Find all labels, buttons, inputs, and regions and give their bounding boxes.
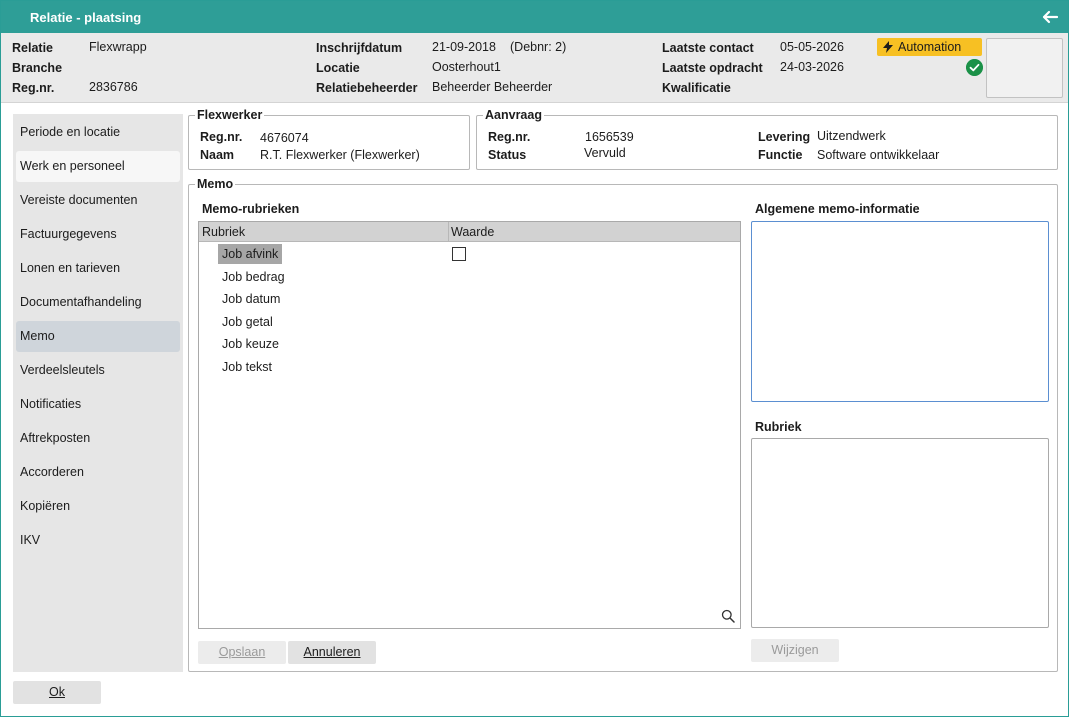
sidebar-item-factuurgegevens[interactable]: Factuurgegevens xyxy=(16,219,180,250)
aanvraag-regnr-label: Reg.nr. xyxy=(488,130,531,144)
sidebar-item-accorderen[interactable]: Accorderen xyxy=(16,457,180,488)
branche-label: Branche xyxy=(12,61,63,75)
aanvraag-regnr-value: 1656539 xyxy=(585,130,634,144)
laatste-opdracht-value: 24-03-2026 xyxy=(780,60,844,74)
memo-rubrieken-title: Memo-rubrieken xyxy=(202,202,300,216)
memo-rubrieken-grid: Rubriek Waarde Job afvink Job bedrag Job d… xyxy=(198,221,741,629)
laatste-opdracht-label: Laatste opdracht xyxy=(662,61,763,75)
inschrijfdatum-label: Inschrijfdatum xyxy=(316,41,403,55)
relatiebeheerder-label: Relatiebeheerder xyxy=(316,81,418,95)
lightning-icon xyxy=(883,41,893,53)
sidebar-item-werk-en-personeel[interactable]: Werk en personeel xyxy=(16,151,180,182)
sidebar-item-kopi-ren[interactable]: Kopiëren xyxy=(16,491,180,522)
wijzigen-button[interactable]: Wijzigen xyxy=(751,639,839,662)
table-row[interactable]: Job keuze xyxy=(218,334,283,354)
flexwerker-regnr-label: Reg.nr. xyxy=(200,130,243,144)
back-arrow-icon[interactable] xyxy=(1040,7,1060,27)
laatste-contact-label: Laatste contact xyxy=(662,41,754,55)
ok-button[interactable]: Ok xyxy=(13,681,101,704)
debnr-value: (Debnr: 2) xyxy=(510,40,567,54)
locatie-label: Locatie xyxy=(316,61,360,75)
flexwerker-naam-value: R.T. Flexwerker (Flexwerker) xyxy=(260,148,420,162)
aanvraag-levering-label: Levering xyxy=(758,130,811,144)
sidebar-item-verdeelsleutels[interactable]: Verdeelsleutels xyxy=(16,355,180,386)
title-bar: Relatie - plaatsing xyxy=(1,1,1068,33)
relation-header: Relatie Flexwrapp Branche Reg.nr. 283678… xyxy=(1,33,1068,103)
relatie-value: Flexwrapp xyxy=(89,40,147,54)
job-afvink-checkbox[interactable] xyxy=(452,247,466,261)
relation-photo[interactable] xyxy=(986,38,1063,98)
flexwerker-naam-label: Naam xyxy=(200,148,235,162)
table-row[interactable]: Job afvink xyxy=(218,244,283,264)
algemene-memo-textarea[interactable] xyxy=(751,221,1049,402)
regnr-value: 2836786 xyxy=(89,80,138,94)
inschrijfdatum-value: 21-09-2018 xyxy=(432,40,496,54)
relatiebeheerder-value: Beheerder Beheerder xyxy=(432,80,553,94)
laatste-contact-value: 05-05-2026 xyxy=(780,40,844,54)
aanvraag-functie-value: Software ontwikkelaar xyxy=(817,148,940,162)
sidebar-item-documentafhandeling[interactable]: Documentafhandeling xyxy=(16,287,180,318)
flexwerker-legend: Flexwerker xyxy=(197,108,263,122)
aanvraag-legend: Aanvraag xyxy=(485,108,542,122)
column-header-rubriek[interactable]: Rubriek xyxy=(202,225,245,239)
column-separator xyxy=(448,222,449,242)
table-row[interactable]: Job tekst xyxy=(218,357,276,377)
memo-legend: Memo xyxy=(197,177,234,191)
sidebar-item-aftrekposten[interactable]: Aftrekposten xyxy=(16,423,180,454)
flexwerker-regnr-value: 4676074 xyxy=(260,131,309,145)
rubriek-textarea[interactable] xyxy=(751,438,1049,628)
aanvraag-levering-value: Uitzendwerk xyxy=(817,129,886,143)
table-row[interactable]: Job bedrag xyxy=(218,267,289,287)
locatie-value: Oosterhout1 xyxy=(432,60,501,74)
automation-badge[interactable]: Automation xyxy=(877,38,982,56)
search-icon[interactable] xyxy=(721,609,735,623)
window-title: Relatie - plaatsing xyxy=(30,10,142,25)
column-header-waarde[interactable]: Waarde xyxy=(451,225,494,239)
automation-label: Automation xyxy=(898,40,962,54)
sidebar-item-vereiste-documenten[interactable]: Vereiste documenten xyxy=(16,185,180,216)
relatie-label: Relatie xyxy=(12,41,53,55)
sidebar-item-lonen-en-tarieven[interactable]: Lonen en tarieven xyxy=(16,253,180,284)
table-row[interactable]: Job datum xyxy=(218,289,284,309)
table-row[interactable]: Job getal xyxy=(218,312,277,332)
grid-header: Rubriek Waarde xyxy=(199,222,740,242)
sidebar-item-notificaties[interactable]: Notificaties xyxy=(16,389,180,420)
rubriek-title: Rubriek xyxy=(755,420,802,434)
aanvraag-status-label: Status xyxy=(488,148,527,162)
sidebar-item-periode-en-locatie[interactable]: Periode en locatie xyxy=(16,117,180,148)
aanvraag-functie-label: Functie xyxy=(758,148,803,162)
check-circle-icon xyxy=(966,59,983,76)
opslaan-button[interactable]: Opslaan xyxy=(198,641,286,664)
sidebar-item-ikv[interactable]: IKV xyxy=(16,525,180,556)
algemene-memo-title: Algemene memo-informatie xyxy=(755,202,920,216)
regnr-label: Reg.nr. xyxy=(12,81,55,95)
kwalificatie-label: Kwalificatie xyxy=(662,81,731,95)
dialog-window: Relatie - plaatsing Relatie Flexwrapp Br… xyxy=(0,0,1069,717)
annuleren-button[interactable]: Annuleren xyxy=(288,641,376,664)
aanvraag-status-value: Vervuld xyxy=(584,146,626,160)
sidebar-nav: Periode en locatie Werk en personeel Verei… xyxy=(13,114,183,672)
sidebar-item-memo[interactable]: Memo xyxy=(16,321,180,352)
